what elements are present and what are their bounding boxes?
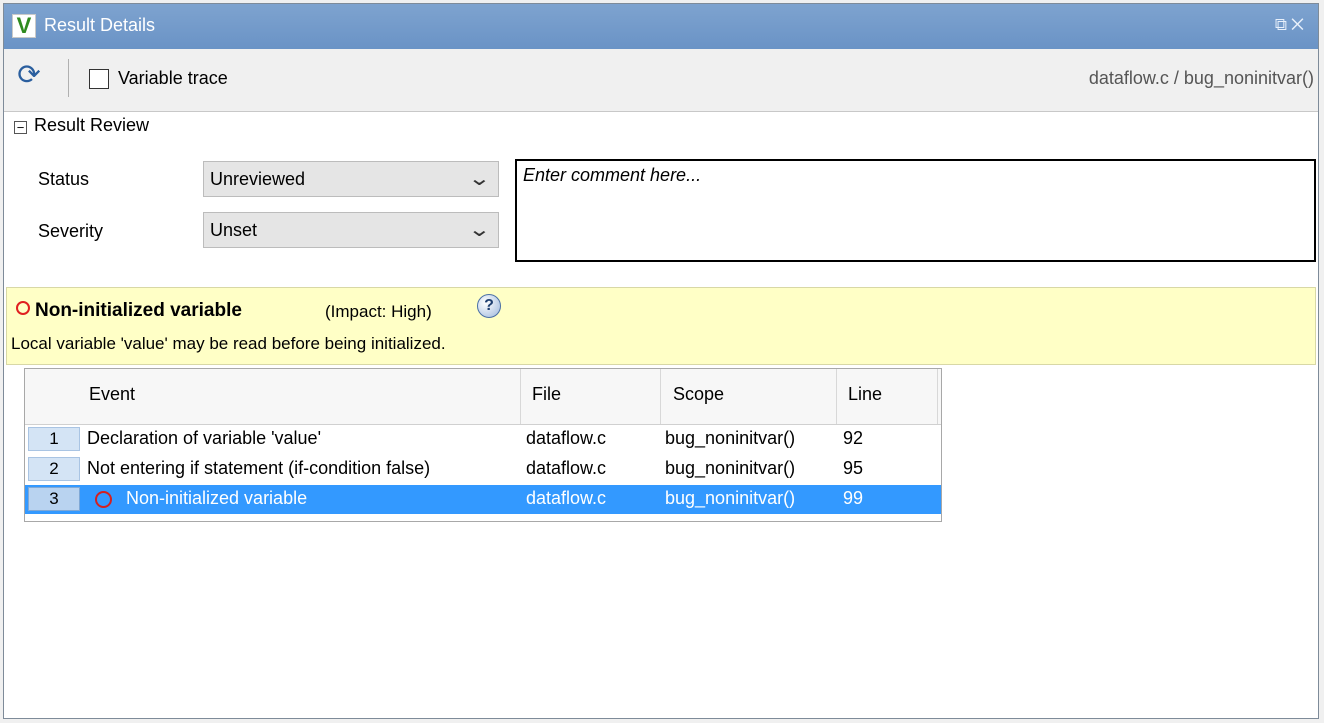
table-header: Event File Scope Line — [25, 369, 941, 425]
severity-value: Unset — [210, 220, 258, 240]
table-row[interactable]: 1 Declaration of variable 'value' datafl… — [25, 425, 941, 454]
scope-cell: bug_noninitvar() — [665, 458, 796, 478]
column-divider[interactable] — [520, 369, 521, 424]
comment-input[interactable]: Enter comment here... — [515, 159, 1316, 262]
event-table: Event File Scope Line 1 Declaration of v… — [24, 368, 942, 522]
row-number: 3 — [28, 487, 80, 511]
column-divider[interactable] — [660, 369, 661, 424]
column-divider[interactable] — [937, 369, 938, 424]
column-header-file[interactable]: File — [532, 384, 561, 405]
red-circle-icon — [16, 301, 30, 315]
line-cell: 92 — [843, 428, 864, 448]
result-review-title: Result Review — [34, 115, 150, 135]
defect-impact: (Impact: High) — [325, 302, 432, 321]
table-row[interactable]: 2 Not entering if statement (if-conditio… — [25, 455, 941, 484]
column-header-line[interactable]: Line — [848, 384, 882, 405]
toolbar: ⟳ Variable trace dataflow.c / bug_nonini… — [4, 49, 1318, 112]
red-circle-icon — [95, 491, 112, 508]
line-cell: 95 — [843, 458, 864, 478]
event-cell: Not entering if statement (if-condition … — [87, 458, 431, 478]
row-number: 1 — [28, 427, 80, 451]
defect-banner: Non-initialized variable (Impact: High) … — [6, 287, 1316, 365]
scope-cell: bug_noninitvar() — [665, 488, 796, 508]
column-divider[interactable] — [836, 369, 837, 424]
file-scope-path: dataflow.c / bug_noninitvar() — [1088, 68, 1314, 88]
window-title: Result Details — [44, 15, 156, 35]
severity-label: Severity — [38, 221, 104, 241]
status-value: Unreviewed — [210, 169, 306, 189]
line-cell: 99 — [843, 488, 864, 508]
chevron-down-icon: ⌄ — [467, 219, 492, 241]
variable-trace-checkbox[interactable] — [89, 69, 109, 89]
defect-title: Non-initialized variable — [35, 300, 242, 321]
toolbar-separator — [68, 59, 69, 97]
window-controls[interactable]: ⧉✕ — [1275, 15, 1308, 35]
chevron-down-icon: ⌄ — [467, 168, 492, 190]
variable-trace-label[interactable]: Variable trace — [118, 68, 228, 89]
status-label: Status — [38, 169, 90, 189]
file-cell: dataflow.c — [526, 458, 607, 478]
column-header-scope[interactable]: Scope — [673, 384, 724, 405]
severity-select[interactable]: Unset ⌄ — [203, 212, 499, 248]
column-header-event[interactable]: Event — [89, 384, 135, 405]
scope-cell: bug_noninitvar() — [665, 428, 796, 448]
row-number: 2 — [28, 457, 80, 481]
refresh-icon[interactable]: ⟳ — [14, 61, 44, 91]
result-details-window: V Result Details ⧉✕ ⟳ Variable trace dat… — [3, 3, 1319, 719]
app-logo-icon: V — [12, 14, 36, 38]
event-cell: Non-initialized variable — [126, 488, 308, 508]
file-cell: dataflow.c — [526, 428, 607, 448]
collapse-icon[interactable]: − — [14, 121, 27, 134]
table-row-selected[interactable]: 3 Non-initialized variable dataflow.c bu… — [25, 485, 941, 514]
status-select[interactable]: Unreviewed ⌄ — [203, 161, 499, 197]
file-cell: dataflow.c — [526, 488, 607, 508]
event-cell: Declaration of variable 'value' — [87, 428, 321, 448]
help-icon[interactable]: ? — [477, 294, 501, 318]
defect-description: Local variable 'value' may be read befor… — [11, 334, 446, 353]
title-bar[interactable]: V Result Details ⧉✕ — [4, 4, 1318, 49]
